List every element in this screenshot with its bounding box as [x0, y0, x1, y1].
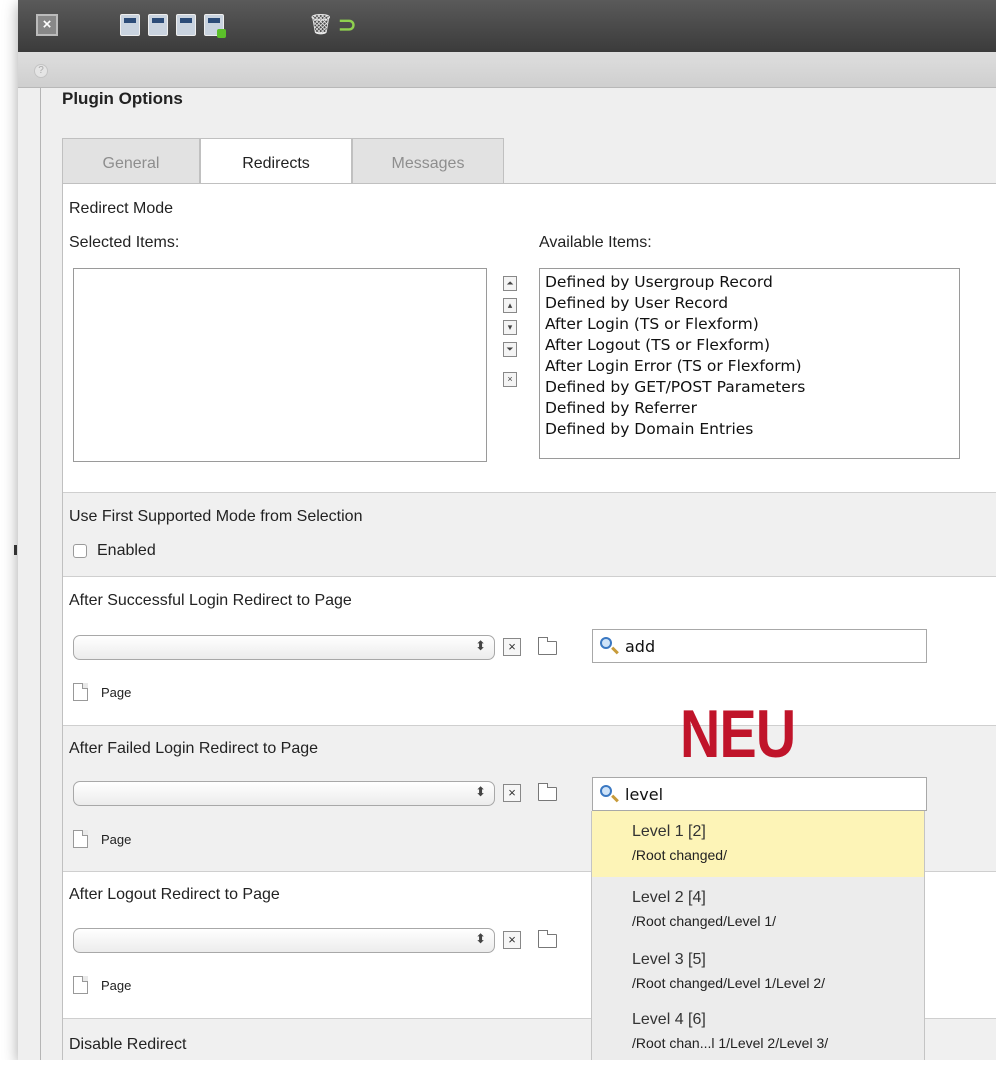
move-top-icon[interactable]: ⏶ [503, 276, 517, 291]
folder-icon[interactable] [538, 930, 557, 948]
doc-header-toolbar: × 🗑 ⊃ [18, 0, 996, 52]
suggestion-item[interactable]: Level 4 [6] /Root chan...l 1/Level 2/Lev… [592, 999, 924, 1061]
delete-icon[interactable]: 🗑 [308, 14, 333, 36]
available-item[interactable]: After Login Error (TS or Flexform) [540, 356, 959, 377]
page-bottom-margin [0, 1060, 996, 1085]
page-search-input[interactable]: level [592, 777, 927, 811]
folder-icon[interactable] [538, 783, 557, 801]
move-down-icon[interactable]: ▾ [503, 320, 517, 335]
available-item[interactable]: After Login (TS or Flexform) [540, 314, 959, 335]
page-icon [73, 830, 88, 848]
folder-icon[interactable] [538, 637, 557, 655]
available-item[interactable]: Defined by GET/POST Parameters [540, 377, 959, 398]
save-close-icon[interactable] [176, 14, 196, 36]
undo-icon[interactable]: ⊃ [338, 14, 358, 36]
save-view-icon[interactable] [148, 14, 168, 36]
available-item[interactable]: Defined by Usergroup Record [540, 272, 959, 293]
login-redirect-row: After Successful Login Redirect to Page … [63, 577, 996, 726]
suggestion-title: Level 2 [4] [632, 889, 706, 906]
suggestion-item[interactable]: Level 3 [5] /Root changed/Level 1/Level … [592, 939, 924, 1005]
first-supported-row: Use First Supported Mode from Selection … [63, 493, 996, 577]
help-icon[interactable]: ? [34, 64, 48, 78]
search-value: level [625, 785, 664, 804]
page-icon [73, 683, 88, 701]
remove-item-icon[interactable]: × [503, 372, 517, 387]
available-item[interactable]: Defined by Referrer [540, 398, 959, 419]
section-border [40, 88, 41, 1060]
tab-redirects[interactable]: Redirects [200, 138, 352, 185]
search-value: add [625, 637, 656, 656]
save-new-icon[interactable] [204, 14, 226, 38]
move-bottom-icon[interactable]: ⏷ [503, 342, 517, 357]
page-suggestion-dropdown: Level 1 [2] /Root changed/ Level 2 [4] /… [591, 811, 925, 1061]
select-arrows-icon: ⬍ [475, 784, 486, 799]
available-item[interactable]: After Logout (TS or Flexform) [540, 335, 959, 356]
tab-general[interactable]: General [62, 138, 200, 184]
suggestion-item[interactable]: Level 2 [4] /Root changed/Level 1/ [592, 877, 924, 943]
search-icon [600, 785, 612, 797]
available-item[interactable]: Defined by User Record [540, 293, 959, 314]
suggestion-path: /Root changed/Level 1/ [632, 913, 776, 929]
selected-items-label: Selected Items: [69, 234, 180, 251]
collapse-handle[interactable] [14, 545, 17, 555]
suggestion-title: Level 1 [2] [632, 823, 706, 840]
login-redirect-select[interactable]: ⬍ [73, 635, 495, 660]
suggestion-title: Level 4 [6] [632, 1011, 706, 1028]
failed-redirect-label: After Failed Login Redirect to Page [69, 740, 319, 757]
select-arrows-icon: ⬍ [475, 638, 486, 653]
failed-redirect-select[interactable]: ⬍ [73, 781, 495, 806]
available-items-label: Available Items: [539, 234, 652, 251]
suggestion-path: /Root changed/ [632, 847, 727, 863]
available-items-list[interactable]: Defined by Usergroup Record Defined by U… [539, 268, 960, 459]
enabled-checkbox[interactable] [73, 544, 87, 558]
suggestion-path: /Root changed/Level 1/Level 2/ [632, 975, 826, 991]
logout-redirect-select[interactable]: ⬍ [73, 928, 495, 953]
page-icon [73, 976, 88, 994]
page-search-input[interactable]: add [592, 629, 927, 663]
select-arrows-icon: ⬍ [475, 931, 486, 946]
page-label: Page [101, 978, 132, 993]
clear-icon[interactable]: × [503, 638, 521, 656]
enabled-label: Enabled [97, 542, 156, 559]
suggestion-title: Level 3 [5] [632, 951, 706, 968]
page-label: Page [101, 832, 132, 847]
logout-redirect-label: After Logout Redirect to Page [69, 886, 280, 903]
available-item[interactable]: Defined by Domain Entries [540, 419, 959, 440]
redirect-mode-row: Redirect Mode Selected Items: Available … [63, 184, 996, 493]
clear-icon[interactable]: × [503, 784, 521, 802]
selected-items-list[interactable] [73, 268, 487, 462]
doc-subheader: ? [18, 52, 996, 88]
disable-redirect-label: Disable Redirect [69, 1036, 187, 1053]
tab-messages[interactable]: Messages [352, 138, 504, 184]
save-icon[interactable] [120, 14, 140, 36]
suggestion-item[interactable]: Level 1 [2] /Root changed/ [592, 811, 924, 877]
first-supported-label: Use First Supported Mode from Selection [69, 508, 363, 525]
close-icon[interactable]: × [36, 14, 58, 36]
move-up-icon[interactable]: ▴ [503, 298, 517, 313]
new-feature-annotation: NEU [680, 696, 796, 772]
search-icon [600, 637, 612, 649]
redirect-mode-label: Redirect Mode [69, 200, 174, 217]
clear-icon[interactable]: × [503, 931, 521, 949]
section-title: Plugin Options [62, 89, 183, 108]
login-redirect-label: After Successful Login Redirect to Page [69, 592, 352, 609]
page-label: Page [101, 685, 132, 700]
suggestion-path: /Root chan...l 1/Level 2/Level 3/ [632, 1035, 829, 1051]
